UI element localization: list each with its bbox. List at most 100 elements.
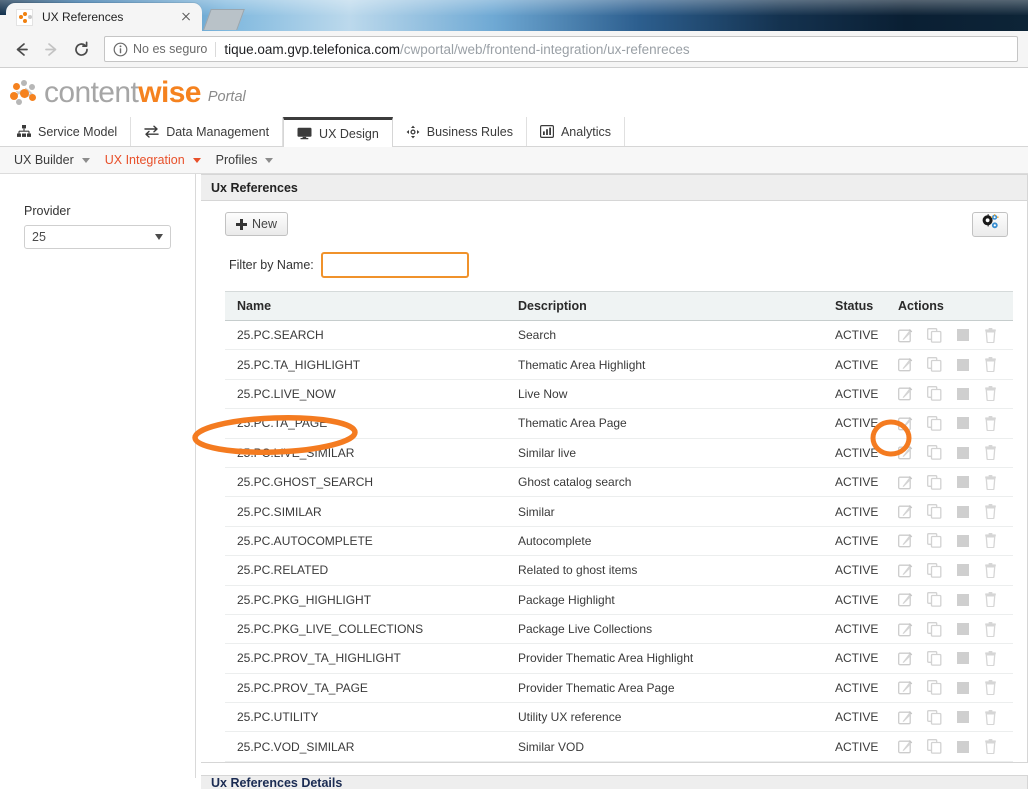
stop-icon[interactable] bbox=[956, 740, 970, 754]
delete-icon[interactable] bbox=[984, 621, 997, 637]
new-button[interactable]: New bbox=[225, 212, 289, 236]
copy-icon[interactable] bbox=[927, 357, 942, 372]
chevron-down-icon[interactable] bbox=[81, 157, 90, 163]
delete-icon[interactable] bbox=[984, 504, 997, 520]
subnav-item-ux-builder[interactable]: UX Builder bbox=[8, 153, 96, 167]
close-icon[interactable] bbox=[178, 9, 194, 25]
delete-icon[interactable] bbox=[984, 327, 997, 343]
stop-icon[interactable] bbox=[956, 387, 970, 401]
delete-icon[interactable] bbox=[984, 592, 997, 608]
delete-icon[interactable] bbox=[984, 562, 997, 578]
edit-icon[interactable] bbox=[898, 445, 913, 460]
stop-icon[interactable] bbox=[956, 446, 970, 460]
delete-icon[interactable] bbox=[984, 533, 997, 549]
subnav-item-profiles[interactable]: Profiles bbox=[210, 153, 280, 167]
copy-icon[interactable] bbox=[927, 327, 942, 343]
stop-icon[interactable] bbox=[956, 710, 970, 724]
table-row[interactable]: 25.PC.LIVE_NOW Live Now ACTIVE bbox=[225, 379, 1013, 410]
table-row[interactable]: 25.PC.AUTOCOMPLETE Autocomplete ACTIVE bbox=[225, 526, 1013, 557]
nav-tab-data-management[interactable]: Data Management bbox=[131, 117, 284, 146]
column-header-description[interactable]: Description bbox=[506, 291, 823, 321]
column-header-status[interactable]: Status bbox=[823, 291, 886, 321]
edit-icon[interactable] bbox=[898, 563, 913, 578]
delete-icon[interactable] bbox=[984, 445, 997, 461]
nav-tab-service-model[interactable]: Service Model bbox=[4, 117, 132, 146]
delete-icon[interactable] bbox=[984, 474, 997, 490]
subnav-item-ux-integration[interactable]: UX Integration bbox=[99, 153, 207, 167]
delete-icon[interactable] bbox=[984, 357, 997, 373]
copy-icon[interactable] bbox=[927, 386, 942, 402]
copy-icon[interactable] bbox=[927, 445, 942, 460]
table-row[interactable]: 25.PC.PKG_LIVE_COLLECTIONS Package Live C… bbox=[225, 614, 1013, 645]
edit-icon[interactable] bbox=[898, 739, 913, 754]
table-row[interactable]: 25.PC.VOD_SIMILAR Similar VOD ACTIVE bbox=[225, 731, 1013, 762]
edit-icon[interactable] bbox=[898, 592, 913, 607]
stop-icon[interactable] bbox=[956, 328, 970, 342]
address-bar[interactable]: No es seguro tique.oam.gvp.telefonica.co… bbox=[104, 36, 1018, 62]
security-badge[interactable]: No es seguro bbox=[113, 41, 217, 57]
table-row[interactable]: 25.PC.PROV_TA_HIGHLIGHT Provider Thematic… bbox=[225, 643, 1013, 674]
stop-icon[interactable] bbox=[956, 681, 970, 695]
table-row[interactable]: 25.PC.PKG_HIGHLIGHT Package Highlight ACTI… bbox=[225, 585, 1013, 615]
delete-icon[interactable] bbox=[984, 386, 997, 402]
delete-icon[interactable] bbox=[984, 680, 997, 696]
settings-button[interactable] bbox=[972, 212, 1008, 237]
copy-icon[interactable] bbox=[927, 651, 942, 666]
table-row[interactable]: 25.PC.SIMILAR Similar ACTIVE bbox=[225, 496, 1013, 527]
copy-icon[interactable] bbox=[927, 680, 942, 696]
delete-icon[interactable] bbox=[984, 709, 997, 725]
copy-icon[interactable] bbox=[927, 621, 942, 637]
stop-icon[interactable] bbox=[956, 651, 970, 665]
provider-select[interactable]: 25 bbox=[24, 225, 171, 249]
delete-icon[interactable] bbox=[984, 415, 997, 431]
nav-tab-ux-design[interactable]: UX Design bbox=[283, 117, 393, 147]
chevron-down-icon[interactable] bbox=[265, 157, 274, 163]
copy-icon[interactable] bbox=[927, 415, 942, 431]
edit-icon[interactable] bbox=[898, 680, 913, 695]
nav-tab-analytics[interactable]: Analytics bbox=[527, 117, 625, 146]
table-row[interactable]: 25.PC.PROV_TA_PAGE Provider Thematic Area… bbox=[225, 673, 1013, 704]
copy-icon[interactable] bbox=[927, 562, 942, 578]
reload-icon[interactable] bbox=[66, 34, 96, 64]
nav-tab-business-rules[interactable]: Business Rules bbox=[393, 117, 527, 146]
copy-icon[interactable] bbox=[927, 474, 942, 490]
edit-icon[interactable] bbox=[898, 533, 913, 548]
chevron-down-icon[interactable] bbox=[192, 157, 201, 163]
edit-icon[interactable] bbox=[898, 504, 913, 519]
delete-icon[interactable] bbox=[984, 739, 997, 755]
table-row[interactable]: 25.PC.TA_HIGHLIGHT Thematic Area Highligh… bbox=[225, 349, 1013, 380]
table-row[interactable]: 25.PC.LIVE_SIMILAR Similar live ACTIVE bbox=[225, 438, 1013, 468]
edit-icon[interactable] bbox=[898, 622, 913, 637]
table-row[interactable]: 25.PC.SEARCH Search ACTIVE bbox=[225, 320, 1013, 351]
copy-icon[interactable] bbox=[927, 739, 942, 754]
stop-icon[interactable] bbox=[956, 534, 970, 548]
edit-icon[interactable] bbox=[898, 386, 913, 401]
edit-icon[interactable] bbox=[898, 416, 913, 431]
stop-icon[interactable] bbox=[956, 593, 970, 607]
copy-icon[interactable] bbox=[927, 592, 942, 607]
table-row[interactable]: 25.PC.RELATED Related to ghost items ACTIV… bbox=[225, 555, 1013, 586]
delete-icon[interactable] bbox=[984, 650, 997, 666]
table-row[interactable]: 25.PC.GHOST_SEARCH Ghost catalog search AC… bbox=[225, 467, 1013, 498]
copy-icon[interactable] bbox=[927, 709, 942, 725]
table-row[interactable]: 25.PC.UTILITY Utility UX reference ACTIVE bbox=[225, 702, 1013, 733]
edit-icon[interactable] bbox=[898, 651, 913, 666]
stop-icon[interactable] bbox=[956, 358, 970, 372]
stop-icon[interactable] bbox=[956, 475, 970, 489]
copy-icon[interactable] bbox=[927, 504, 942, 519]
stop-icon[interactable] bbox=[956, 505, 970, 519]
edit-icon[interactable] bbox=[898, 328, 913, 343]
back-arrow-icon[interactable] bbox=[6, 34, 36, 64]
edit-icon[interactable] bbox=[898, 710, 913, 725]
table-row[interactable]: 25.PC.TA_PAGE Thematic Area Page ACTIVE bbox=[225, 408, 1013, 439]
column-header-name[interactable]: Name bbox=[225, 291, 506, 321]
edit-icon[interactable] bbox=[898, 475, 913, 490]
copy-icon[interactable] bbox=[927, 533, 942, 549]
filter-by-name-input[interactable] bbox=[320, 252, 469, 278]
stop-icon[interactable] bbox=[956, 416, 970, 430]
edit-icon[interactable] bbox=[898, 357, 913, 372]
contentwise-logo-icon[interactable] bbox=[8, 78, 42, 108]
stop-icon[interactable] bbox=[956, 622, 970, 636]
stop-icon[interactable] bbox=[956, 563, 970, 577]
browser-tab[interactable]: UX References bbox=[6, 3, 202, 31]
